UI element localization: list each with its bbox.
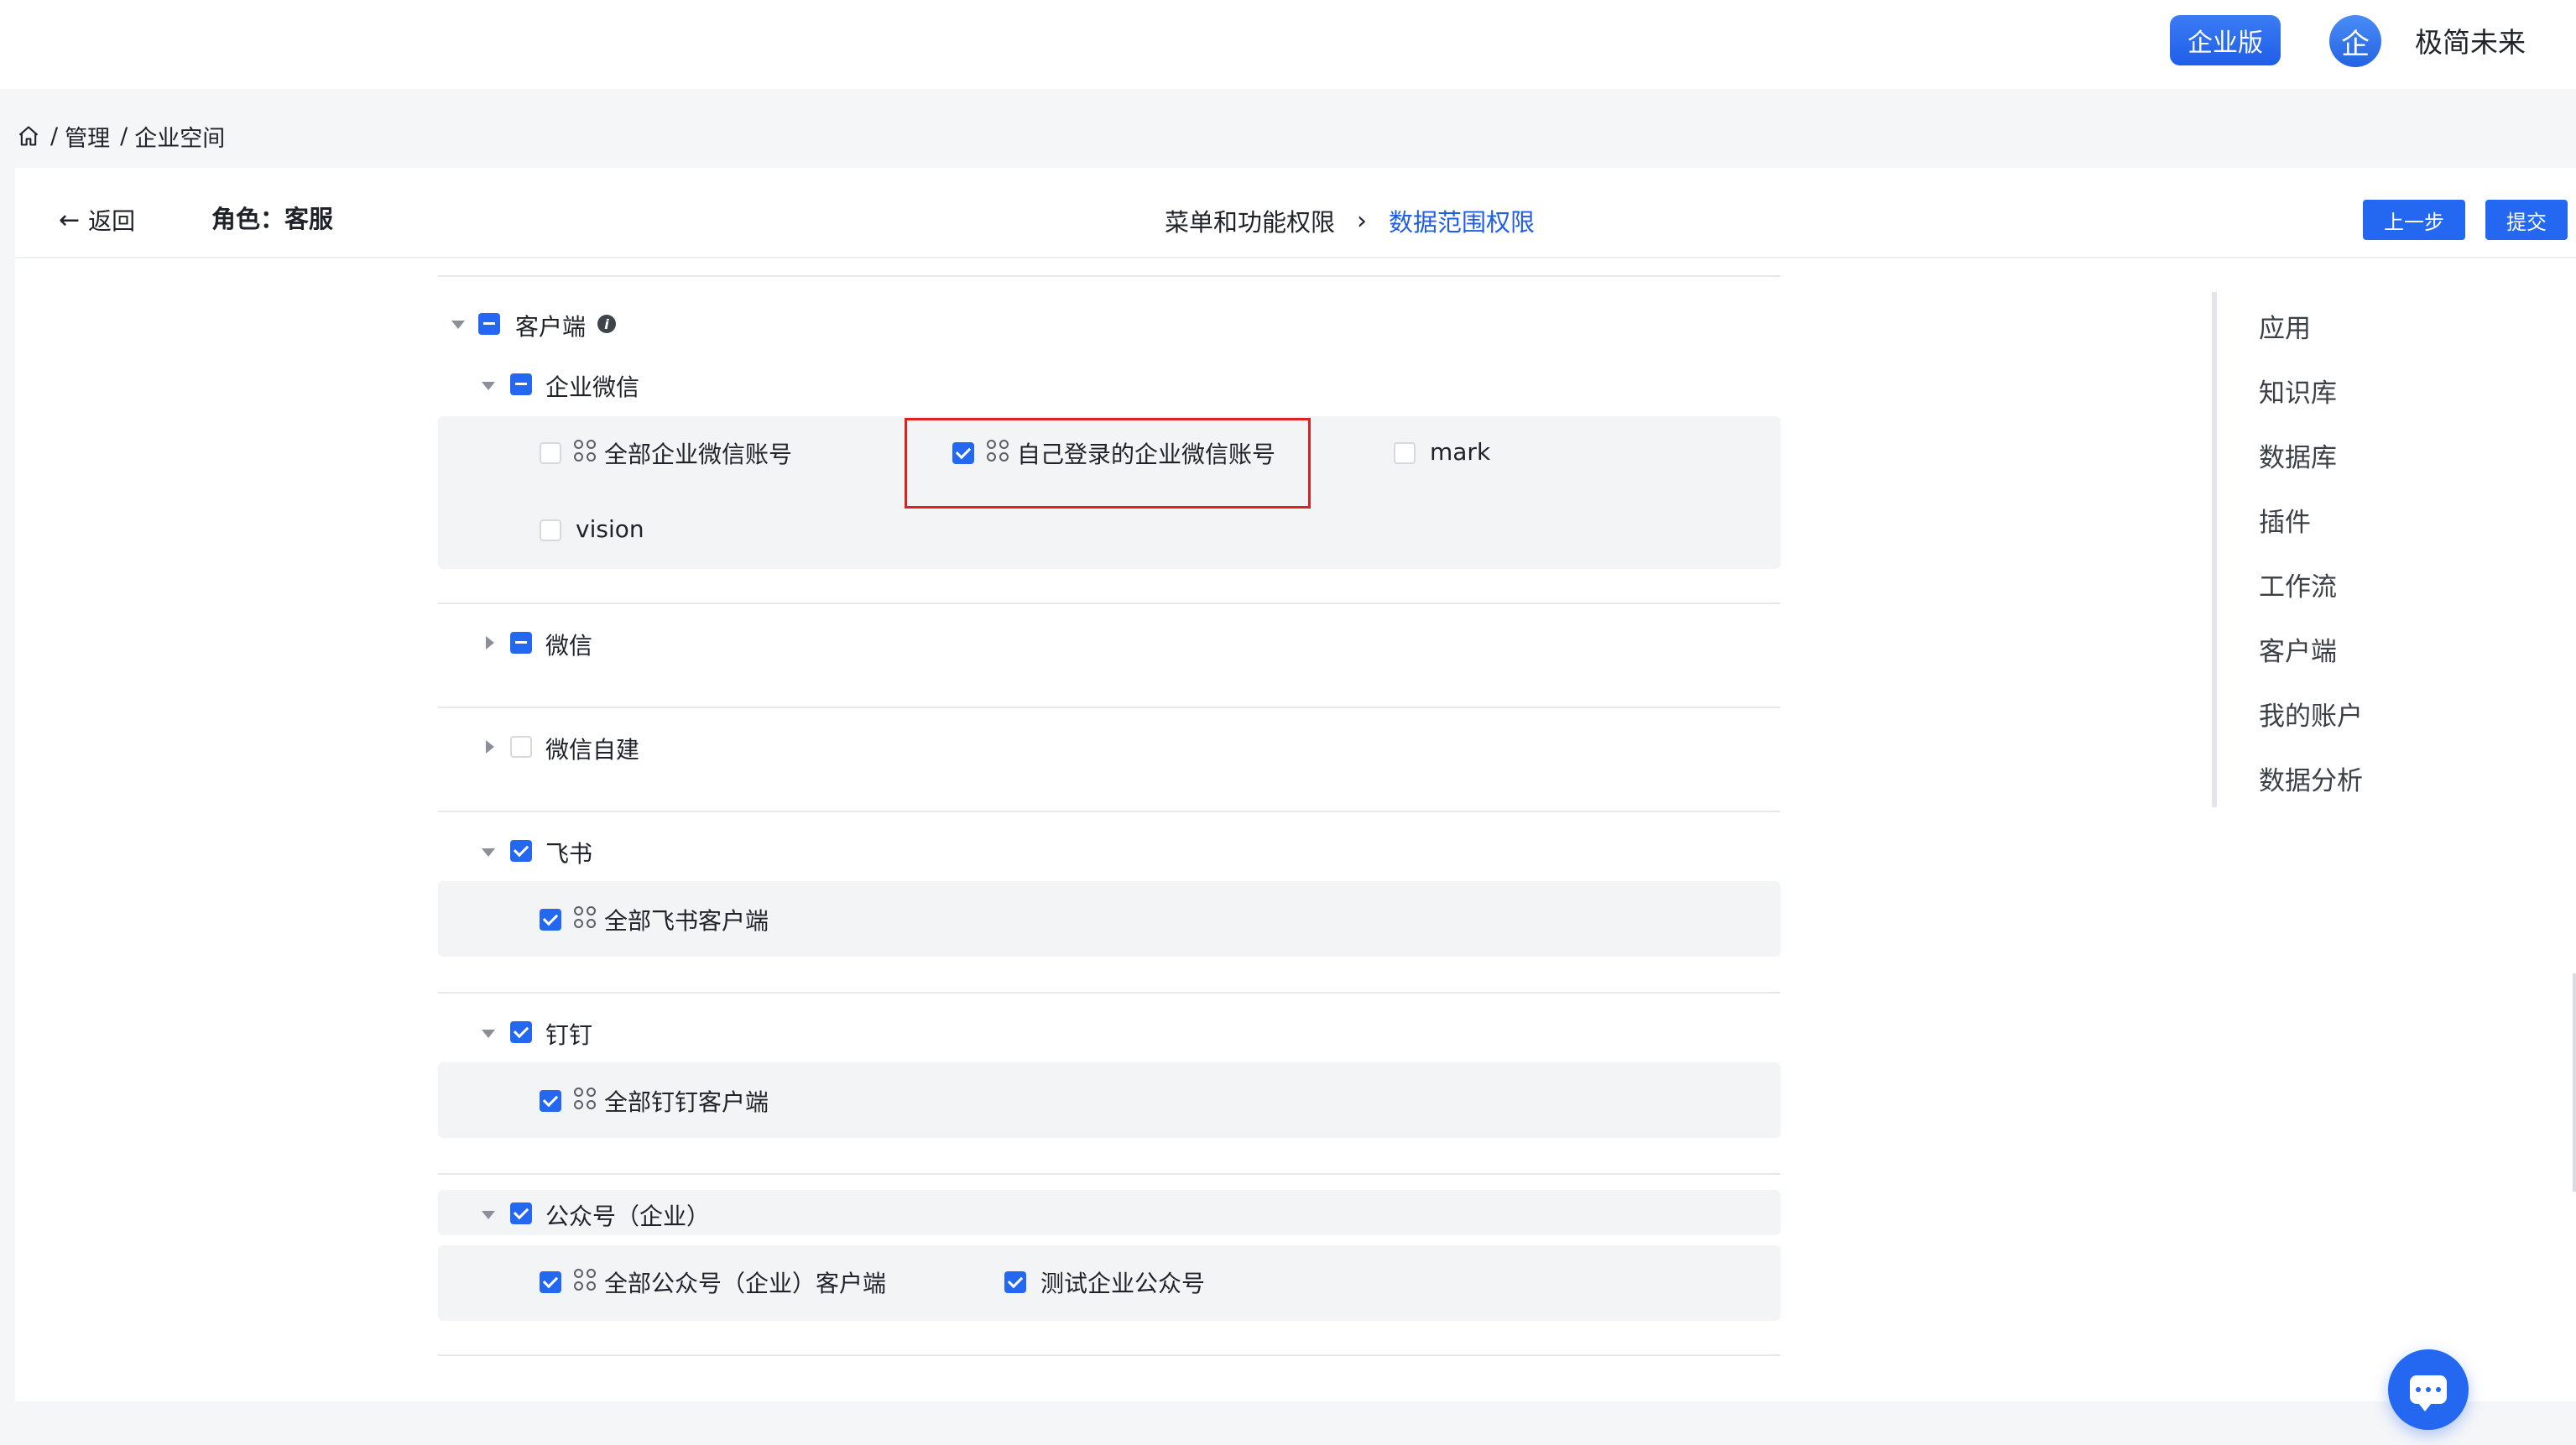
group-checkbox-wecom[interactable]: [510, 373, 532, 395]
side-nav-item-knowledge[interactable]: 知识库: [2259, 372, 2337, 410]
caret-right-icon[interactable]: [486, 740, 494, 754]
option-checkbox-vision[interactable]: [540, 519, 561, 541]
option-checkbox-all-official[interactable]: [540, 1271, 561, 1293]
group-checkbox-feishu[interactable]: [510, 840, 532, 862]
breadcrumb: / 管理 / 企业空间: [17, 117, 225, 154]
group-checkbox-official[interactable]: [510, 1202, 532, 1224]
chat-icon: [2410, 1375, 2447, 1411]
group-label-wechat: 微信: [545, 632, 593, 660]
option-label-test-official: 测试企业公众号: [1040, 1270, 1206, 1297]
option-label-all-feishu: 全部飞书客户端: [604, 907, 769, 935]
divider: [438, 811, 1781, 812]
group-label-dingtalk: 钉钉: [545, 1021, 593, 1049]
side-nav-item-account[interactable]: 我的账户: [2259, 695, 2363, 733]
group-label-wecom: 企业微信: [545, 373, 640, 401]
option-label-vision: vision: [576, 515, 644, 543]
divider: [438, 1354, 1781, 1356]
group-checkbox-wechat-custom[interactable]: [510, 736, 532, 758]
caret-down-icon[interactable]: [482, 848, 495, 857]
option-checkbox-all-feishu[interactable]: [540, 909, 561, 931]
arrow-left-icon: ←: [59, 205, 81, 235]
grid-apps-icon: [574, 906, 599, 931]
side-nav-rail: [2212, 292, 2217, 807]
step-data-scope[interactable]: 数据范围权限: [1389, 203, 1535, 238]
org-name[interactable]: 极简未来: [2415, 20, 2526, 60]
edition-button[interactable]: 企业版: [2170, 15, 2281, 65]
group-label-wechat-custom: 微信自建: [545, 736, 640, 764]
step-menu-permissions[interactable]: 菜单和功能权限: [1165, 203, 1335, 238]
role-label: 角色：客服: [211, 205, 334, 233]
info-icon[interactable]: i: [597, 315, 616, 333]
highlight-box: [905, 418, 1311, 509]
option-checkbox-mark[interactable]: [1394, 442, 1416, 464]
breadcrumb-separator: /: [50, 123, 59, 149]
scrollbar[interactable]: [2573, 973, 2576, 1192]
grid-apps-icon: [574, 440, 599, 465]
divider: [438, 275, 1781, 277]
grid-apps-icon: [574, 1088, 599, 1113]
caret-right-icon[interactable]: [486, 636, 494, 649]
side-nav-item-database[interactable]: 数据库: [2259, 436, 2337, 474]
avatar[interactable]: 企: [2329, 15, 2381, 67]
side-nav-item-plugins[interactable]: 插件: [2259, 501, 2311, 539]
breadcrumb-separator: /: [120, 123, 128, 149]
breadcrumb-item-manage[interactable]: 管理: [65, 120, 110, 153]
home-icon[interactable]: [17, 124, 40, 148]
option-checkbox-all-dingtalk[interactable]: [540, 1090, 561, 1112]
option-checkbox-test-official[interactable]: [1004, 1271, 1026, 1293]
chevron-right-icon: ›: [1357, 206, 1368, 236]
option-label-all-dingtalk: 全部钉钉客户端: [604, 1088, 769, 1116]
divider: [438, 603, 1781, 604]
group-label-official: 公众号（企业）: [545, 1202, 711, 1230]
caret-down-icon[interactable]: [482, 1211, 495, 1219]
group-label-feishu: 飞书: [545, 840, 593, 868]
chat-button[interactable]: [2388, 1349, 2469, 1430]
prev-step-button[interactable]: 上一步: [2363, 200, 2465, 240]
back-button[interactable]: ← 返回: [59, 203, 135, 237]
step-indicator: 菜单和功能权限 › 数据范围权限: [1165, 203, 1535, 238]
submit-button[interactable]: 提交: [2485, 200, 2568, 240]
side-nav-item-workflow[interactable]: 工作流: [2259, 566, 2337, 603]
side-nav-item-analytics[interactable]: 数据分析: [2259, 759, 2363, 797]
divider: [438, 1173, 1781, 1175]
root-label: 客户端: [515, 313, 587, 341]
group-checkbox-wechat[interactable]: [510, 632, 532, 654]
breadcrumb-item-space: 企业空间: [134, 125, 226, 152]
root-checkbox[interactable]: [478, 313, 500, 335]
side-nav-item-clients[interactable]: 客户端: [2259, 630, 2337, 668]
side-nav-item-apps[interactable]: 应用: [2259, 307, 2311, 345]
back-label: 返回: [88, 207, 136, 235]
caret-down-icon[interactable]: [482, 382, 495, 390]
divider: [438, 992, 1781, 994]
divider: [438, 707, 1781, 708]
caret-down-icon[interactable]: [482, 1030, 495, 1038]
option-label-all-official: 全部公众号（企业）客户端: [604, 1270, 887, 1297]
option-label-mark: mark: [1430, 438, 1491, 466]
option-label-all-wecom: 全部企业微信账号: [604, 441, 793, 468]
group-checkbox-dingtalk[interactable]: [510, 1021, 532, 1043]
option-checkbox-all-wecom[interactable]: [540, 442, 561, 464]
caret-down-icon[interactable]: [451, 321, 465, 329]
grid-apps-icon: [574, 1269, 599, 1294]
